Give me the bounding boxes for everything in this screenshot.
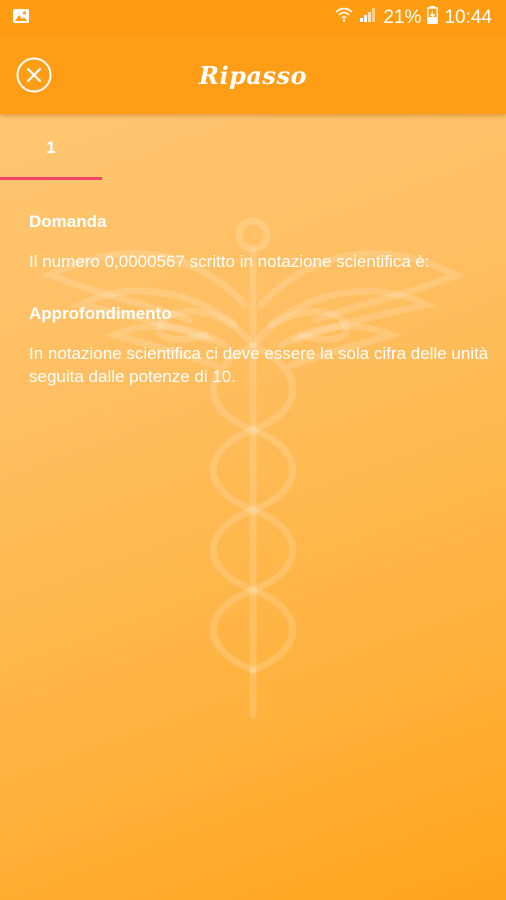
- page-title: Ripasso: [199, 60, 307, 90]
- wifi-icon: [335, 7, 353, 29]
- detail-heading: Approfondimento: [29, 304, 172, 323]
- battery-percent: 21%: [383, 7, 422, 28]
- signal-icon: [359, 7, 377, 29]
- detail-text: In notazione scientifica ci deve essere …: [29, 344, 489, 386]
- status-time: 10:44: [444, 7, 492, 28]
- status-left: [12, 7, 30, 30]
- close-button[interactable]: [16, 57, 52, 93]
- question-content: Domanda Il numero 0,0000567 scritto in n…: [29, 212, 489, 388]
- app-bar: Ripasso: [0, 36, 506, 114]
- question-heading: Domanda: [29, 212, 107, 231]
- tab-1[interactable]: 1: [0, 128, 102, 180]
- status-bar: 21% 10:44: [0, 0, 506, 36]
- close-circle-icon: [16, 57, 52, 93]
- battery-charging-icon: [427, 6, 439, 30]
- gallery-notification-icon: [12, 7, 30, 30]
- status-right: 21% 10:44: [335, 6, 492, 30]
- question-text: Il numero 0,0000567 scritto in notazione…: [29, 252, 430, 271]
